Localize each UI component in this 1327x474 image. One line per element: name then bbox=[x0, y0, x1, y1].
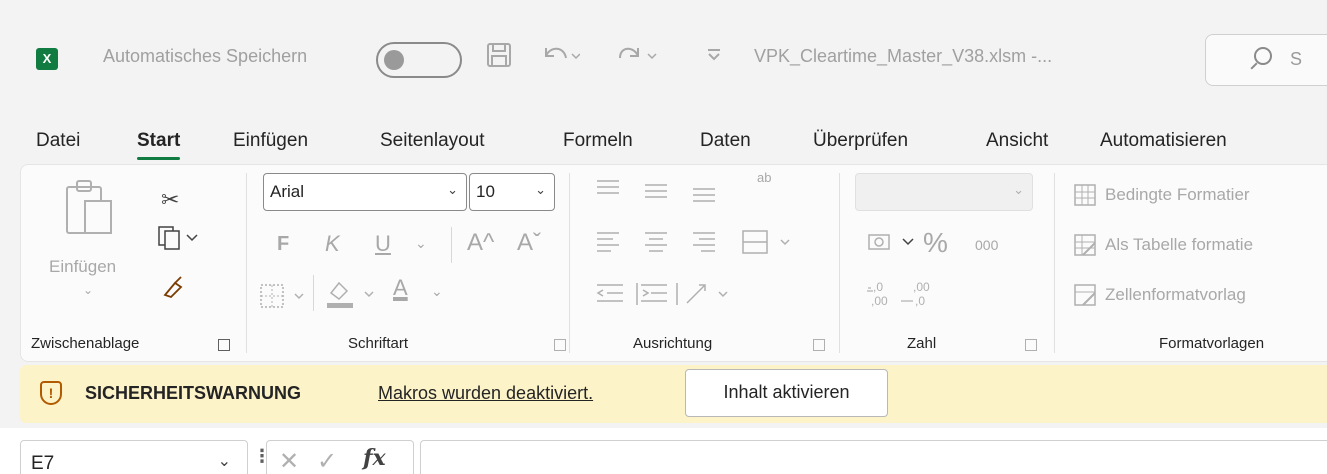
autosave-label: Automatisches Speichern bbox=[103, 46, 308, 66]
name-box-value: E7 bbox=[31, 453, 55, 474]
tab-ansicht[interactable]: Ansicht bbox=[986, 130, 1048, 152]
ribbon: Einfügen ⌄ ✂ Zwischenablage Arial ⌄ 10 ⌄… bbox=[20, 164, 1327, 362]
accounting-format-icon[interactable] bbox=[867, 229, 927, 260]
security-warning-title: SICHERHEITSWARNUNG bbox=[85, 383, 302, 403]
macros-disabled-link[interactable]: Makros wurden deaktiviert. bbox=[378, 383, 593, 404]
font-color-dropdown-icon[interactable]: ⌄ bbox=[431, 283, 443, 300]
shield-warning-icon: ! bbox=[40, 381, 62, 405]
cell-styles-icon[interactable] bbox=[1073, 283, 1097, 312]
chevron-down-icon: ⌄ bbox=[217, 453, 231, 470]
save-icon[interactable] bbox=[486, 42, 512, 74]
font-name-value: Arial bbox=[270, 182, 305, 201]
formula-bar: E7 ⌄ ⋮ ✕ ✓ fx bbox=[0, 428, 1327, 474]
search-placeholder: S bbox=[1290, 49, 1303, 69]
autosave-toggle[interactable] bbox=[376, 42, 462, 78]
customize-qat-icon[interactable] bbox=[706, 46, 722, 67]
tab-seitenlayout[interactable]: Seitenlayout bbox=[380, 130, 485, 152]
align-top-icons[interactable] bbox=[593, 175, 753, 210]
group-label-ausrichtung: Ausrichtung bbox=[633, 335, 713, 352]
tab-daten[interactable]: Daten bbox=[700, 130, 751, 152]
decimal-icons[interactable]: ,0,00,00,0 bbox=[867, 277, 957, 316]
thousands-separator-button[interactable]: 000 bbox=[975, 237, 998, 253]
italic-button[interactable]: K bbox=[325, 231, 340, 257]
borders-icon[interactable] bbox=[259, 283, 309, 314]
number-format-select[interactable]: ⌄ bbox=[855, 173, 1033, 211]
excel-logo-icon[interactable]: X bbox=[36, 48, 58, 70]
paste-label[interactable]: Einfügen bbox=[49, 257, 116, 277]
percent-button[interactable]: % bbox=[923, 227, 948, 259]
conditional-formatting-button[interactable]: Bedingte Formatier bbox=[1105, 185, 1250, 205]
font-name-select[interactable]: Arial ⌄ bbox=[263, 173, 467, 211]
format-painter-icon[interactable] bbox=[161, 275, 185, 304]
bold-button[interactable]: F bbox=[277, 233, 289, 256]
undo-icon[interactable] bbox=[540, 42, 581, 74]
formula-bar-buttons: ✕ ✓ fx bbox=[266, 440, 414, 474]
divider bbox=[313, 275, 314, 311]
group-divider bbox=[246, 173, 247, 353]
toggle-knob bbox=[384, 50, 404, 70]
cell-styles-button[interactable]: Zellenformatvorlag bbox=[1105, 285, 1246, 305]
group-label-zahl: Zahl bbox=[907, 335, 937, 352]
shrink-font-button[interactable]: Aˇ bbox=[517, 229, 541, 257]
format-as-table-button[interactable]: Als Tabelle formatie bbox=[1105, 235, 1253, 255]
font-size-value: 10 bbox=[476, 182, 495, 201]
formula-input[interactable] bbox=[420, 440, 1327, 474]
clipboard-launcher-icon[interactable] bbox=[218, 339, 230, 351]
font-size-select[interactable]: 10 ⌄ bbox=[469, 173, 555, 211]
svg-text:,00: ,00 bbox=[913, 280, 930, 294]
number-launcher-icon[interactable] bbox=[1025, 339, 1037, 351]
alignment-launcher-icon[interactable] bbox=[813, 339, 825, 351]
search-icon bbox=[1254, 47, 1272, 65]
svg-text:,0: ,0 bbox=[873, 280, 883, 294]
redo-icon[interactable] bbox=[616, 42, 658, 74]
align-horizontal-icons[interactable] bbox=[593, 227, 833, 262]
group-divider bbox=[1054, 173, 1055, 353]
tab-datei[interactable]: Datei bbox=[36, 130, 80, 152]
group-divider bbox=[839, 173, 840, 353]
document-title: VPK_Cleartime_Master_V38.xlsm -... bbox=[754, 46, 1053, 66]
underline-button[interactable]: U bbox=[375, 231, 391, 257]
tab-automatisieren[interactable]: Automatisieren bbox=[1100, 130, 1227, 152]
font-color-button[interactable]: A bbox=[393, 275, 408, 301]
enter-icon[interactable]: ✓ bbox=[317, 447, 337, 474]
chevron-down-icon: ⌄ bbox=[535, 182, 546, 197]
divider bbox=[451, 227, 452, 263]
paste-dropdown-icon[interactable]: ⌄ bbox=[83, 283, 93, 297]
font-launcher-icon[interactable] bbox=[554, 339, 566, 351]
cut-icon[interactable]: ✂ bbox=[161, 187, 179, 213]
wrap-text-button[interactable]: ab bbox=[757, 171, 771, 184]
tab-start[interactable]: Start bbox=[137, 130, 181, 160]
conditional-formatting-icon[interactable] bbox=[1073, 183, 1097, 212]
grow-font-button[interactable]: A^ bbox=[467, 229, 494, 257]
group-label-schriftart: Schriftart bbox=[348, 335, 409, 352]
security-warning-bar: ! SICHERHEITSWARNUNG Makros wurden deakt… bbox=[20, 365, 1327, 423]
paste-icon[interactable] bbox=[61, 177, 117, 242]
ribbon-tabs: Datei Start Einfügen Seitenlayout Formel… bbox=[0, 118, 1327, 162]
copy-icon[interactable] bbox=[157, 225, 199, 256]
tab-ueberpruefen[interactable]: Überprüfen bbox=[813, 130, 908, 152]
group-label-formatvorlagen: Formatvorlagen bbox=[1159, 335, 1265, 352]
cancel-icon[interactable]: ✕ bbox=[279, 447, 299, 474]
enable-content-button[interactable]: Inhalt aktivieren bbox=[685, 369, 888, 417]
tab-einfuegen[interactable]: Einfügen bbox=[233, 130, 308, 152]
chevron-down-icon: ⌄ bbox=[447, 182, 458, 197]
indent-icons[interactable] bbox=[593, 279, 793, 314]
fill-color-icon[interactable] bbox=[325, 277, 385, 316]
tab-formeln[interactable]: Formeln bbox=[563, 130, 633, 152]
chevron-down-icon: ⌄ bbox=[1013, 182, 1024, 197]
group-label-zwischenablage: Zwischenablage bbox=[31, 335, 140, 352]
format-as-table-icon[interactable] bbox=[1073, 233, 1097, 262]
insert-function-icon[interactable]: fx bbox=[363, 445, 386, 471]
underline-dropdown-icon[interactable]: ⌄ bbox=[415, 235, 427, 252]
name-box[interactable]: E7 ⌄ bbox=[20, 440, 248, 474]
group-divider bbox=[569, 173, 570, 353]
svg-text:,0: ,0 bbox=[915, 294, 925, 308]
search-box[interactable]: S bbox=[1205, 34, 1327, 86]
title-bar: X Automatisches Speichern VPK_Cleartime_… bbox=[0, 0, 1327, 112]
svg-text:,00: ,00 bbox=[871, 294, 888, 308]
